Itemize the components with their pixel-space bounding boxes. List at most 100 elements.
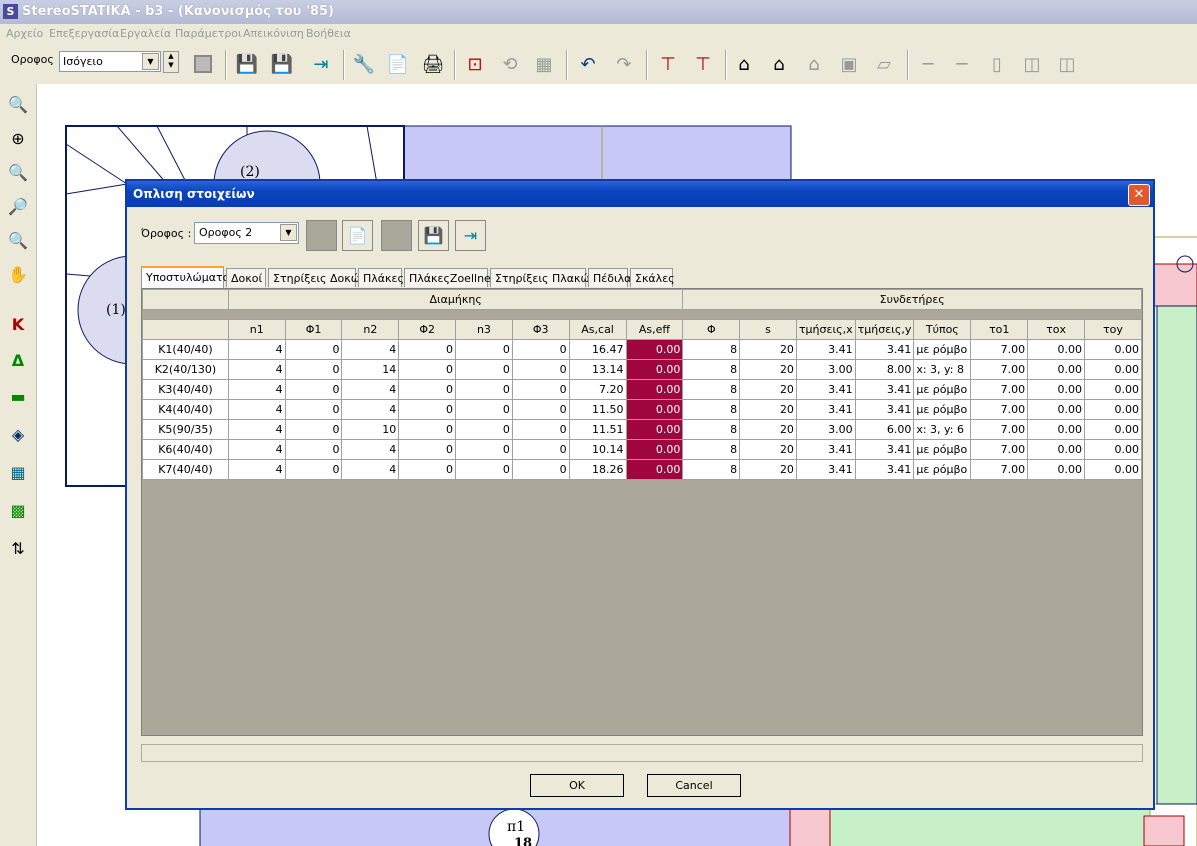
column-section-icon[interactable]: ⊡: [461, 50, 489, 78]
close-icon[interactable]: ✕: [1128, 184, 1150, 206]
table-cell[interactable]: 4: [227, 339, 286, 360]
cancel-button[interactable]: Cancel: [647, 774, 741, 797]
table-cell[interactable]: 0: [511, 399, 570, 420]
column-tool-icon[interactable]: K: [4, 310, 32, 338]
tab-zoellner-slabs[interactable]: ΠλάκεςZoellner: [404, 268, 495, 287]
frame-gray-icon[interactable]: ⌂: [800, 50, 828, 78]
blank-button-2[interactable]: [381, 220, 412, 251]
table-row[interactable]: K4(40/40) 4 0 4 0 0 0 11.50 0.00 8 20 3.41 3.41 με ρό…: [142, 399, 1142, 420]
column-header[interactable]: As,cal: [568, 319, 627, 340]
table-cell[interactable]: 7.00: [970, 439, 1029, 460]
tab-slabs[interactable]: Πλάκες: [358, 268, 404, 287]
undo-icon[interactable]: ↶: [574, 50, 602, 78]
table-cell[interactable]: 0: [455, 359, 513, 380]
column-header[interactable]: [142, 319, 229, 340]
table-cell[interactable]: 10: [341, 419, 400, 440]
table-cell[interactable]: με ρόμβο: [913, 339, 972, 360]
as-eff-cell[interactable]: 0.00: [625, 339, 684, 360]
table-cell[interactable]: 20: [739, 379, 797, 400]
as-eff-cell[interactable]: 0.00: [625, 439, 684, 460]
table-cell[interactable]: 20: [739, 419, 797, 440]
table-cell[interactable]: 18.26: [568, 459, 627, 480]
table-cell[interactable]: 4: [341, 339, 400, 360]
table-cell[interactable]: 3.41: [795, 399, 856, 420]
zoom-previous-icon[interactable]: 🔎: [4, 192, 32, 220]
table-cell[interactable]: x: 3, y: 6: [913, 419, 972, 440]
table-cell[interactable]: με ρόμβο: [913, 439, 972, 460]
blank-button[interactable]: [306, 220, 337, 251]
menu-help[interactable]: Βοήθεια: [306, 27, 351, 40]
table-cell[interactable]: 6.00: [854, 419, 915, 440]
floor-spinner[interactable]: ▲ ▼: [163, 51, 179, 73]
table-cell[interactable]: με ρόμβο: [913, 379, 972, 400]
dialog-title-bar[interactable]: Οπλιση στοιχείων ✕: [127, 181, 1153, 207]
table-cell[interactable]: 0.00: [1084, 399, 1142, 420]
table-cell[interactable]: 4: [341, 439, 400, 460]
table-cell[interactable]: 0: [284, 339, 343, 360]
table-cell[interactable]: 4: [341, 379, 400, 400]
frame-icon[interactable]: ⌂: [730, 50, 758, 78]
document-icon[interactable]: 📄: [384, 50, 412, 78]
wrench-icon[interactable]: 🔧: [350, 50, 378, 78]
table-cell[interactable]: 0.00: [1027, 379, 1086, 400]
table-row[interactable]: K2(40/130) 4 0 14 0 0 0 13.14 0.00 8 20 3.00 8.00 x: …: [142, 359, 1142, 380]
beam-joint-icon[interactable]: ─: [948, 50, 976, 78]
column-header[interactable]: n1: [227, 319, 286, 340]
table-cell[interactable]: 8: [682, 379, 741, 400]
table-cell[interactable]: 7.00: [970, 339, 1029, 360]
tab-slab-supports[interactable]: Στηρίξεις Πλακών: [490, 268, 596, 287]
table-cell[interactable]: 16.47: [568, 339, 627, 360]
table-cell[interactable]: 20: [739, 339, 797, 360]
hand-icon[interactable]: ✋: [4, 260, 32, 288]
column-header[interactable]: τoy: [1084, 319, 1142, 340]
redo-icon[interactable]: ↷: [610, 50, 638, 78]
cube-icon[interactable]: ▣: [835, 50, 863, 78]
table-cell[interactable]: 0: [284, 359, 343, 380]
table-cell[interactable]: 0: [398, 419, 457, 440]
stop-icon[interactable]: [189, 50, 217, 78]
chevron-down-icon[interactable]: ▼: [142, 53, 159, 70]
slab-grid-icon[interactable]: ▦: [4, 458, 32, 486]
table-cell[interactable]: 0.00: [1084, 459, 1142, 480]
menu-view[interactable]: Απεικόνιση: [243, 27, 304, 40]
table-cell[interactable]: 0: [455, 339, 513, 360]
table-cell[interactable]: 0.00: [1084, 439, 1142, 460]
table-cell[interactable]: 0: [284, 379, 343, 400]
table-cell[interactable]: 7.00: [970, 459, 1029, 480]
table-cell[interactable]: 3.41: [854, 399, 915, 420]
table-cell[interactable]: 7.00: [970, 399, 1029, 420]
columns-icon[interactable]: ▯: [983, 50, 1011, 78]
table-cell[interactable]: 3.00: [795, 359, 856, 380]
table-cell[interactable]: 4: [341, 459, 400, 480]
table-cell[interactable]: 3.41: [854, 379, 915, 400]
table-cell[interactable]: 0: [455, 419, 513, 440]
column-header[interactable]: As,eff: [625, 319, 684, 340]
table-cell[interactable]: 3.41: [795, 339, 856, 360]
table-cell[interactable]: 4: [227, 359, 286, 380]
frame-3d-icon[interactable]: ⌂: [765, 50, 793, 78]
table-cell[interactable]: με ρόμβο: [913, 399, 972, 420]
beam-line-icon[interactable]: ─: [914, 50, 942, 78]
table-cell[interactable]: 0: [455, 399, 513, 420]
table-cell[interactable]: 11.51: [568, 419, 627, 440]
table-cell[interactable]: 8: [682, 439, 741, 460]
table-cell[interactable]: 7.00: [970, 359, 1029, 380]
table-cell[interactable]: με ρόμβο: [913, 459, 972, 480]
as-eff-cell[interactable]: 0.00: [625, 459, 684, 480]
floor-select[interactable]: Ισόγειο ▼: [59, 51, 161, 72]
table-cell[interactable]: 4: [341, 399, 400, 420]
stair-icon[interactable]: ⇅: [4, 534, 32, 562]
column-header[interactable]: Φ1: [284, 319, 343, 340]
save-icon[interactable]: 💾: [418, 220, 449, 251]
table-cell[interactable]: 0: [455, 439, 513, 460]
slab-hatch-icon[interactable]: ▩: [4, 496, 32, 524]
table-cell[interactable]: 0.00: [1027, 339, 1086, 360]
table-cell[interactable]: 0.00: [1027, 459, 1086, 480]
tab-beam-supports[interactable]: Στηρίξεις Δοκών: [268, 268, 366, 287]
tab-columns[interactable]: Υποστυλώματα: [141, 266, 230, 288]
table-row[interactable]: K5(90/35) 4 0 10 0 0 0 11.51 0.00 8 20 3.00 6.00 x: 3…: [142, 419, 1142, 440]
column-header[interactable]: Φ3: [511, 319, 570, 340]
slab-icon[interactable]: ▱: [870, 50, 898, 78]
sheet-icon[interactable]: ▦: [530, 50, 558, 78]
table-cell[interactable]: 0: [398, 339, 457, 360]
